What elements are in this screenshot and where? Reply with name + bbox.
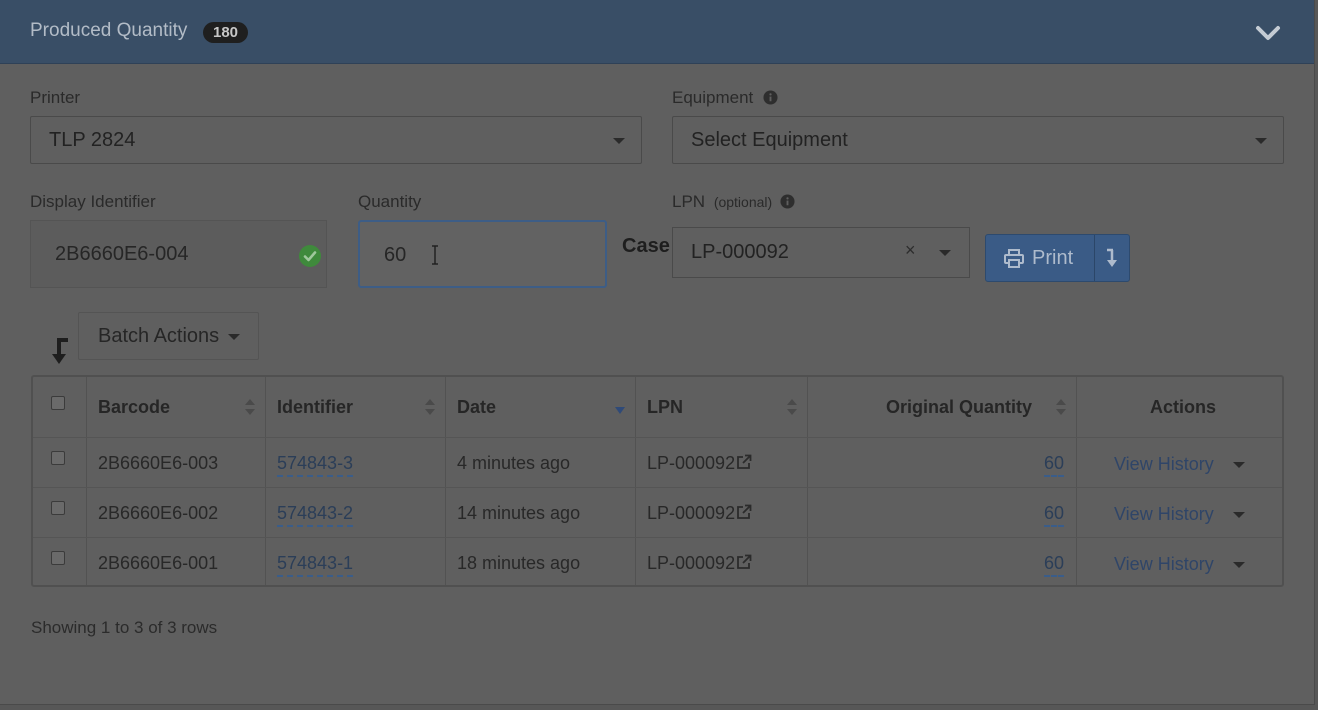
caret-down-icon xyxy=(1255,138,1267,144)
lpn-value: LP-000092 xyxy=(691,241,789,263)
printer-select[interactable]: TLP 2824 xyxy=(30,116,642,164)
caret-down-icon xyxy=(613,138,625,144)
batch-arrow-icon xyxy=(52,338,68,364)
lpn-select[interactable]: LP-000092 × xyxy=(672,227,970,278)
close-icon[interactable]: × xyxy=(905,240,916,261)
lpn-cell: LP-000092 xyxy=(647,453,736,473)
external-link-icon[interactable] xyxy=(736,554,752,570)
info-icon[interactable] xyxy=(780,194,795,209)
barcode-cell: 2B6660E6-003 xyxy=(98,453,219,473)
text-cursor-icon xyxy=(432,245,438,265)
identifier-link[interactable]: 574843-3 xyxy=(277,453,354,477)
column-header-identifier[interactable]: Identifier xyxy=(277,397,353,418)
column-header-date[interactable]: Date xyxy=(457,397,496,418)
sort-icon[interactable] xyxy=(424,397,436,417)
view-history-link[interactable]: View History xyxy=(1114,454,1214,475)
column-divider xyxy=(445,377,446,585)
quantity-badge: 180 xyxy=(203,22,249,43)
panel-header[interactable]: Produced Quantity 180 xyxy=(0,0,1314,64)
original-quantity-link[interactable]: 60 xyxy=(1044,503,1065,527)
row-actions-caret-icon[interactable] xyxy=(1233,462,1245,468)
caret-down-icon xyxy=(228,334,240,340)
date-cell: 14 minutes ago xyxy=(457,503,581,523)
column-divider xyxy=(807,377,808,585)
display-identifier-value: 2B6660E6-004 xyxy=(55,243,189,265)
row-actions-caret-icon[interactable] xyxy=(1233,562,1245,568)
original-quantity-link[interactable]: 60 xyxy=(1044,453,1065,477)
batch-actions-label: Batch Actions xyxy=(98,325,220,347)
column-header-actions: Actions xyxy=(1150,397,1217,417)
row-checkbox[interactable] xyxy=(51,551,65,565)
identifier-link[interactable]: 574843-1 xyxy=(277,553,354,577)
lpn-label: LPN (optional) xyxy=(672,192,772,212)
display-identifier-field: 2B6660E6-004 xyxy=(30,220,327,288)
equipment-select[interactable]: Select Equipment xyxy=(672,116,1284,164)
print-button[interactable]: Print xyxy=(986,235,1094,281)
view-history-link[interactable]: View History xyxy=(1114,504,1214,525)
barcode-cell: 2B6660E6-002 xyxy=(98,503,219,523)
lpn-cell: LP-000092 xyxy=(647,553,736,573)
pagination-info: Showing 1 to 3 of 3 rows xyxy=(31,618,218,637)
original-quantity-link[interactable]: 60 xyxy=(1044,553,1065,577)
chevron-down-icon[interactable] xyxy=(1254,20,1282,46)
column-divider xyxy=(86,377,87,585)
batch-actions-button[interactable]: Batch Actions xyxy=(78,312,259,360)
column-header-barcode[interactable]: Barcode xyxy=(98,397,170,418)
produced-quantity-panel: Produced Quantity 180 Printer TLP 2824 E… xyxy=(0,0,1315,705)
row-checkbox[interactable] xyxy=(51,451,65,465)
sort-icon[interactable] xyxy=(244,397,256,417)
quantity-label: Quantity xyxy=(358,192,422,211)
info-icon[interactable] xyxy=(763,90,778,105)
column-header-lpn[interactable]: LPN xyxy=(647,397,683,418)
display-identifier-label: Display Identifier xyxy=(30,192,156,211)
printer-icon xyxy=(1004,249,1024,268)
identifier-link[interactable]: 574843-2 xyxy=(277,503,354,527)
printer-value: TLP 2824 xyxy=(49,129,136,151)
lpn-optional-text: (optional) xyxy=(713,194,773,210)
date-cell: 4 minutes ago xyxy=(457,453,571,473)
row-divider xyxy=(33,537,1282,538)
row-divider xyxy=(33,487,1282,488)
external-link-icon[interactable] xyxy=(736,454,752,470)
column-header-original-quantity[interactable]: Original Quantity xyxy=(886,397,1032,418)
caret-down-icon[interactable] xyxy=(939,250,951,256)
quantity-input[interactable]: 60 xyxy=(358,220,607,288)
print-button-group: Print xyxy=(985,234,1130,282)
produced-items-table: Barcode Identifier Date LPN Original Qua… xyxy=(31,375,1284,587)
row-checkbox[interactable] xyxy=(51,501,65,515)
sort-icon[interactable] xyxy=(786,397,798,417)
equipment-value: Select Equipment xyxy=(691,129,848,151)
unit-label: Case xyxy=(622,235,670,257)
panel-title: Produced Quantity xyxy=(30,20,188,41)
check-circle-icon xyxy=(299,245,321,267)
column-divider xyxy=(1076,377,1077,585)
column-divider xyxy=(265,377,266,585)
quantity-value: 60 xyxy=(384,244,407,266)
sort-desc-icon[interactable] xyxy=(614,397,626,417)
column-divider xyxy=(635,377,636,585)
external-link-icon[interactable] xyxy=(736,504,752,520)
lpn-cell: LP-000092 xyxy=(647,503,736,523)
row-actions-caret-icon[interactable] xyxy=(1233,512,1245,518)
select-all-checkbox[interactable] xyxy=(51,396,65,410)
date-cell: 18 minutes ago xyxy=(457,553,581,573)
row-divider xyxy=(33,437,1282,438)
equipment-label: Equipment xyxy=(672,88,754,107)
sort-icon[interactable] xyxy=(1055,397,1067,417)
print-options-button[interactable] xyxy=(1094,235,1130,281)
printer-label: Printer xyxy=(30,88,81,107)
download-icon xyxy=(1107,248,1117,267)
barcode-cell: 2B6660E6-001 xyxy=(98,553,219,573)
lpn-label-text: LPN xyxy=(672,192,706,211)
view-history-link[interactable]: View History xyxy=(1114,554,1214,575)
print-button-label: Print xyxy=(1032,247,1074,269)
